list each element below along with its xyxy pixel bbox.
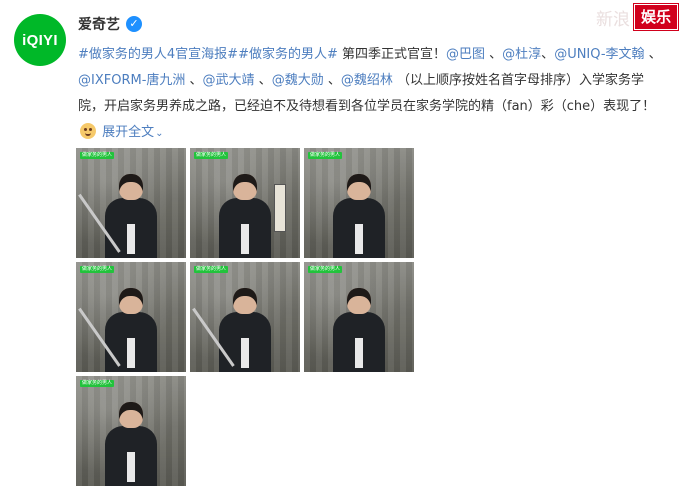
poster-thumbnail[interactable]: 做家务的男人 xyxy=(304,262,414,372)
person-figure xyxy=(219,174,271,258)
separator: 、 xyxy=(185,73,203,88)
mention-link[interactable]: @武大靖 xyxy=(203,73,255,88)
separator: 、 xyxy=(323,73,341,88)
mention-link[interactable]: @魏绍林 xyxy=(341,73,393,88)
poster-thumbnail[interactable]: 做家务的男人 xyxy=(304,148,414,258)
separator: 、 xyxy=(541,47,555,62)
post-text-segment: 第四季正式官宣！ xyxy=(337,47,446,62)
image-grid: 做家务的男人 做家务的男人 做家务的男人 做家务的男人 做家务的男人 做家务的男… xyxy=(76,148,416,486)
show-logo-tag: 做家务的男人 xyxy=(308,266,343,273)
separator: 、 xyxy=(254,73,272,88)
show-logo-tag: 做家务的男人 xyxy=(308,152,343,159)
mention-link[interactable]: @IXFORM-唐九洲 xyxy=(78,73,185,88)
hashtag-link[interactable]: #做家务的男人4官宣海报# xyxy=(78,47,238,62)
separator: 、 xyxy=(485,47,503,62)
sina-watermark: 新浪 xyxy=(595,9,630,30)
iqiyi-logo: iQIYI xyxy=(22,31,58,49)
poster-thumbnail[interactable]: 做家务的男人 xyxy=(76,148,186,258)
corner-watermark: 新浪 娱乐 xyxy=(596,4,678,30)
show-logo-tag: 做家务的男人 xyxy=(80,380,115,387)
poster-thumbnail[interactable]: 做家务的男人 xyxy=(190,148,300,258)
person-figure xyxy=(105,402,157,486)
post-text: #做家务的男人4官宣海报##做家务的男人# 第四季正式官宣！@巴图 、@杜淳、@… xyxy=(78,42,663,147)
person-figure xyxy=(333,288,385,372)
expand-full-text-link[interactable]: 展开全文⌄ xyxy=(102,125,163,140)
person-figure xyxy=(333,174,385,258)
expand-label: 展开全文 xyxy=(102,125,155,140)
show-logo-tag: 做家务的男人 xyxy=(194,266,229,273)
separator: 、 xyxy=(644,47,662,62)
weibo-post: iQIYI 爱奇艺 ✓ 新浪 娱乐 #做家务的男人4官宣海报##做家务的男人# … xyxy=(0,0,690,486)
hashtag-link[interactable]: #做家务的男人# xyxy=(238,47,338,62)
mention-link[interactable]: @魏大勋 xyxy=(272,73,324,88)
chevron-down-icon: ⌄ xyxy=(155,128,164,139)
entertainment-badge: 娱乐 xyxy=(633,4,678,30)
author-row: 爱奇艺 ✓ xyxy=(78,14,142,34)
author-name[interactable]: 爱奇艺 xyxy=(78,14,120,34)
avatar[interactable]: iQIYI xyxy=(14,14,66,66)
grin-emoji-icon xyxy=(80,123,96,139)
poster-thumbnail[interactable]: 做家务的男人 xyxy=(190,262,300,372)
nameplate-sign xyxy=(274,184,286,232)
show-logo-tag: 做家务的男人 xyxy=(80,266,115,273)
verified-icon: ✓ xyxy=(126,16,142,32)
poster-thumbnail[interactable]: 做家务的男人 xyxy=(76,262,186,372)
mention-link[interactable]: @杜淳 xyxy=(502,47,541,62)
show-logo-tag: 做家务的男人 xyxy=(194,152,229,159)
poster-thumbnail[interactable]: 做家务的男人 xyxy=(76,376,186,486)
mention-link[interactable]: @UNIQ-李文翰 xyxy=(554,47,644,62)
show-logo-tag: 做家务的男人 xyxy=(80,152,115,159)
mention-link[interactable]: @巴图 xyxy=(446,47,485,62)
